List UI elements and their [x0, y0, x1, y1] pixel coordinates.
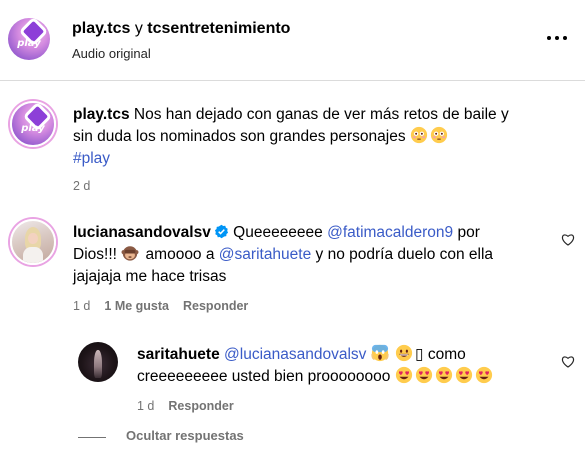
- post-header: play play.tcs y tcsentretenimiento Audio…: [0, 0, 585, 80]
- verified-badge-icon: [214, 224, 228, 239]
- comment-time[interactable]: 2 d: [73, 179, 90, 193]
- like-heart-icon[interactable]: [561, 355, 575, 368]
- hide-replies-line: [78, 437, 106, 438]
- reply-text: saritahuete @lucianasandovalsv ▯ como cr…: [137, 344, 557, 388]
- mention-link[interactable]: @fatimacalderon9: [327, 224, 453, 241]
- heart-eyes-icon: [395, 366, 412, 384]
- avatar-body: [22, 247, 44, 263]
- mention-link[interactable]: @saritahuete: [219, 246, 311, 263]
- flushed-face-icon: [430, 126, 448, 144]
- comment-time[interactable]: 1 d: [137, 399, 154, 413]
- connector-text: y: [130, 20, 148, 37]
- comment-avatar[interactable]: play: [10, 101, 56, 147]
- caption-text: play.tcs Nos han dejado con ganas de ver…: [73, 104, 573, 170]
- hide-replies-button[interactable]: Ocultar respuestas: [126, 428, 244, 443]
- hashtag-link[interactable]: #play: [73, 150, 110, 167]
- mention-link[interactable]: @lucianasandovalsv: [224, 346, 366, 363]
- avatar-figure: [94, 350, 102, 378]
- avatar-face: [28, 232, 38, 244]
- comment-body: y no podría duelo con ella: [311, 246, 494, 263]
- flushed-face-icon: [410, 126, 428, 144]
- header-avatar[interactable]: play: [8, 18, 50, 60]
- reply-button[interactable]: Responder: [168, 399, 233, 413]
- collaborator-link[interactable]: tcsentretenimiento: [147, 20, 290, 37]
- comment-body: Dios!!!: [73, 246, 122, 263]
- comment-text: lucianasandovalsv Queeeeeeee @fatimacald…: [73, 222, 553, 288]
- comment-body: amoooo a: [141, 246, 219, 263]
- comment-body: jajajaja me hace trisas: [73, 268, 227, 285]
- account-link[interactable]: play.tcs: [72, 20, 130, 37]
- comment-body: Queeeeeeee: [228, 224, 328, 241]
- reply-button[interactable]: Responder: [183, 299, 248, 313]
- comment-body: por: [453, 224, 480, 241]
- placeholder-glyph: ▯: [415, 346, 424, 363]
- comment-meta: 1 d Responder: [137, 399, 234, 413]
- comment-body: sin duda los nominados son grandes perso…: [73, 128, 406, 145]
- like-heart-icon[interactable]: [561, 233, 575, 246]
- comment-meta: 1 d 1 Me gusta Responder: [73, 299, 248, 313]
- divider: [0, 80, 585, 81]
- heart-eyes-icon: [475, 366, 492, 384]
- reply-avatar[interactable]: [78, 342, 118, 382]
- comment-username[interactable]: saritahuete: [137, 346, 220, 363]
- avatar-label: play: [21, 123, 45, 135]
- heart-eyes-icon: [435, 366, 452, 384]
- heart-eyes-icon: [415, 366, 432, 384]
- comment-meta: 2 d: [73, 179, 90, 193]
- audio-link[interactable]: Audio original: [72, 46, 151, 61]
- header-accounts: play.tcs y tcsentretenimiento: [72, 20, 290, 38]
- comment-avatar[interactable]: [10, 219, 56, 265]
- comment-body: creeeeeeeee usted bien proooooooo: [137, 368, 391, 385]
- avatar-label: play: [17, 38, 41, 50]
- see-no-evil-monkey-icon: [121, 246, 139, 261]
- comment-body: Nos han dejado con ganas de ver más reto…: [129, 106, 509, 123]
- more-options-icon[interactable]: [547, 36, 567, 42]
- heart-eyes-icon: [455, 366, 472, 384]
- comment-body: como: [423, 346, 466, 363]
- comment-username[interactable]: lucianasandovalsv: [73, 224, 211, 241]
- comment-time[interactable]: 1 d: [73, 299, 90, 313]
- grinning-face-icon: [395, 344, 413, 362]
- face-screaming-icon: [371, 344, 389, 362]
- likes-count[interactable]: 1 Me gusta: [104, 299, 169, 313]
- comment-username[interactable]: play.tcs: [73, 106, 130, 123]
